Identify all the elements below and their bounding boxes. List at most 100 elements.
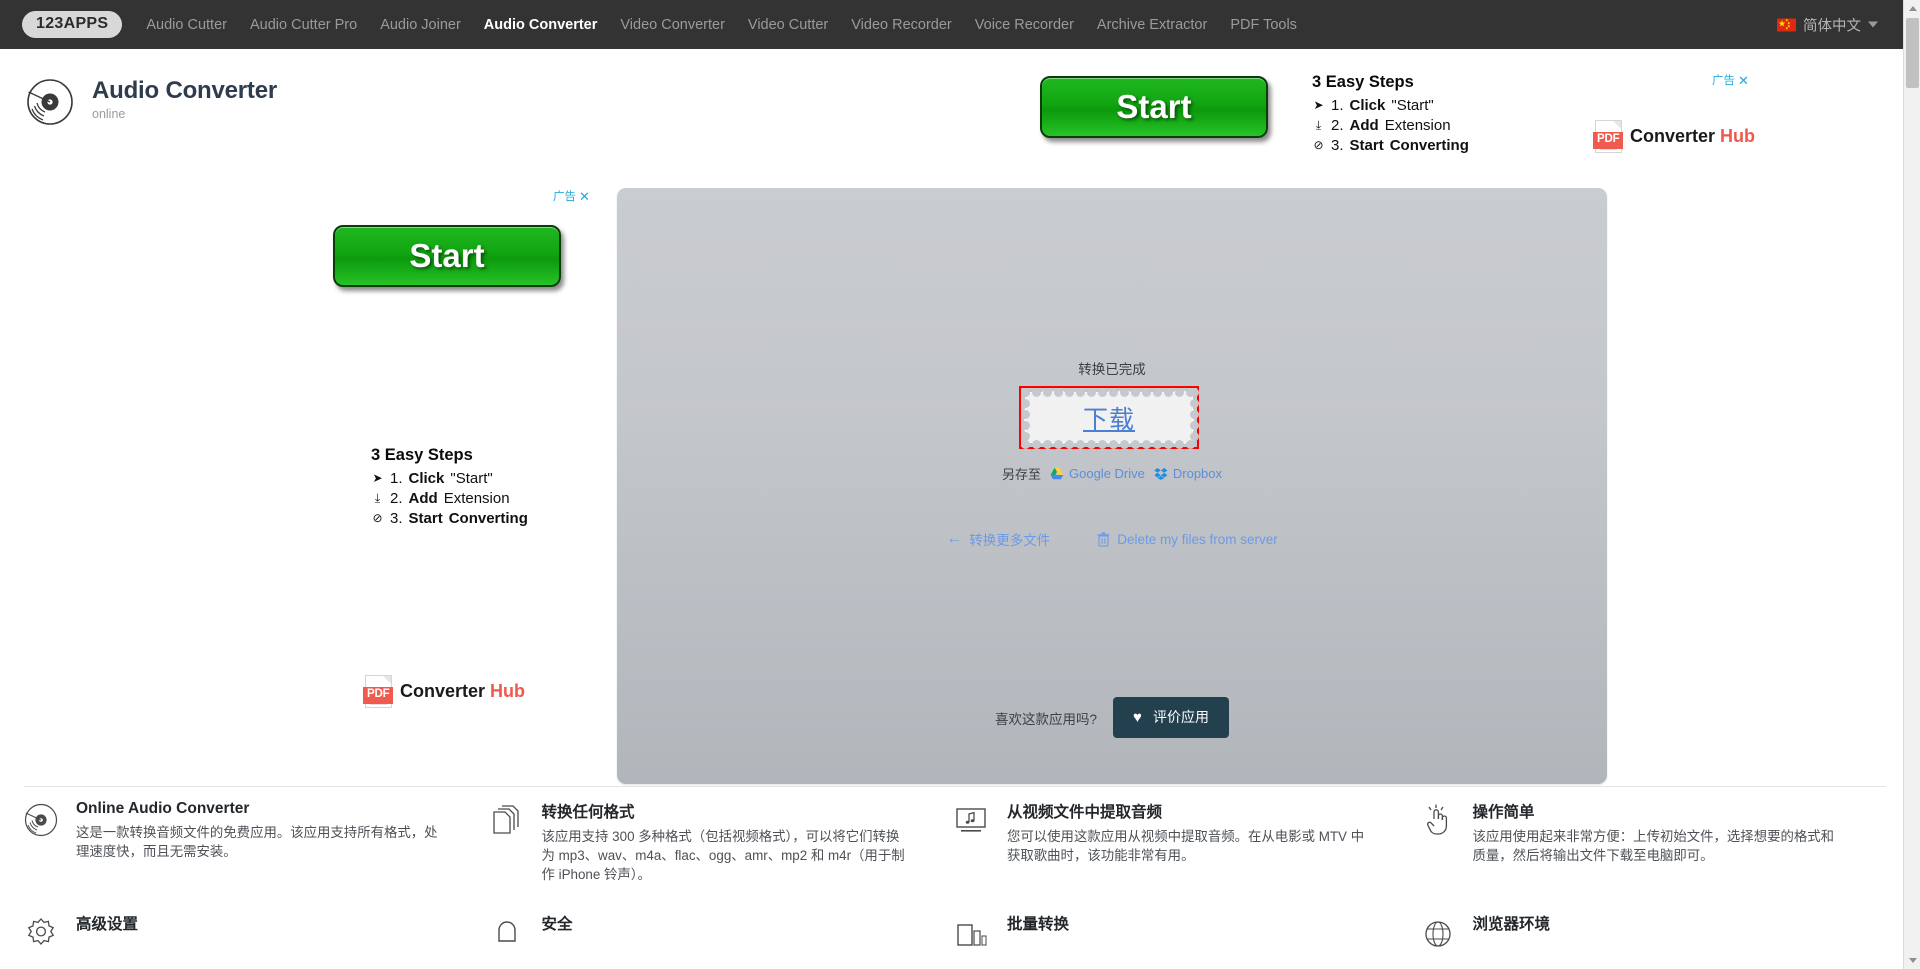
scallop-dot bbox=[1164, 388, 1173, 397]
page-title: Audio Converter bbox=[92, 77, 278, 104]
download-button[interactable]: 下载 bbox=[1021, 388, 1199, 449]
ad-step-3-rest-left: Converting bbox=[448, 509, 528, 527]
rate-question-label: 喜欢这款应用吗? bbox=[995, 711, 1098, 727]
pdf-badge-top: PDF bbox=[1593, 132, 1624, 149]
scallop-dot bbox=[1120, 388, 1129, 397]
feature-title: 高级设置 bbox=[76, 916, 139, 934]
scallop-dot bbox=[1190, 421, 1199, 430]
feature-body: 您可以使用这款应用从视频中提取音频。在从电影或 MTV 中获取歌曲时，该功能非常… bbox=[1007, 829, 1365, 864]
scallop-dot bbox=[1142, 388, 1151, 397]
convert-more-files-link[interactable]: ← 转换更多文件 bbox=[946, 529, 1050, 549]
feature-browser-environment: 浏览器环境 bbox=[1421, 912, 1877, 949]
feature-easy-to-use: 操作简单 该应用使用起来非常方便：上传初始文件，选择想要的格式和质量，然后将输出… bbox=[1421, 800, 1877, 884]
ad-close-label-left[interactable]: 广告 ✕ bbox=[553, 188, 590, 204]
feature-title: 安全 bbox=[541, 916, 573, 934]
delete-files-label: Delete my files from server bbox=[1117, 531, 1278, 547]
top-ad-start-button-wrapper[interactable]: Start bbox=[1040, 76, 1270, 138]
ad-close-label-top[interactable]: 广告 ✕ bbox=[1712, 72, 1749, 88]
scrollbar-up-arrow[interactable] bbox=[1904, 0, 1920, 17]
ad-step-3-top: ⊘ 3. Start Converting bbox=[1312, 136, 1468, 156]
feature-title: 批量转换 bbox=[1007, 916, 1070, 934]
nav-item-video-converter[interactable]: Video Converter bbox=[620, 17, 725, 33]
feature-text-block: 从视频文件中提取音频 您可以使用这款应用从视频中提取音频。在从电影或 MTV 中… bbox=[1007, 800, 1377, 884]
feature-advanced-settings: 高级设置 bbox=[24, 912, 480, 949]
scrollbar-down-arrow[interactable] bbox=[1904, 952, 1920, 969]
ad-step-1-bold-top: Click bbox=[1349, 97, 1386, 114]
pdf-converter-hub-logo-top[interactable]: PDF Converter Hub bbox=[1593, 120, 1755, 153]
pdf-badge-left: PDF bbox=[363, 687, 394, 704]
scallop-dot bbox=[1109, 440, 1118, 449]
nav-item-pdf-tools[interactable]: PDF Tools bbox=[1230, 17, 1297, 33]
nav-items-list: Audio Cutter Audio Cutter Pro Audio Join… bbox=[146, 17, 1297, 33]
pdf-converter-hub-logo-left[interactable]: PDF Converter Hub bbox=[363, 675, 526, 708]
ad-step-3-bold-left: Start bbox=[408, 509, 443, 527]
scallop-dot bbox=[1043, 388, 1052, 397]
nav-item-video-cutter[interactable]: Video Cutter bbox=[748, 17, 828, 33]
delete-files-link[interactable]: Delete my files from server bbox=[1097, 532, 1278, 547]
nav-item-audio-converter[interactable]: Audio Converter bbox=[484, 17, 598, 33]
feature-text-block: 浏览器环境 bbox=[1473, 912, 1551, 949]
ad-start-button-top[interactable]: Start bbox=[1040, 76, 1268, 138]
scallop-dot bbox=[1164, 440, 1173, 449]
scallop-dot bbox=[1175, 440, 1184, 449]
google-drive-label: Google Drive bbox=[1069, 466, 1145, 481]
feature-text-block: 高级设置 bbox=[76, 912, 138, 949]
ad-step-2-number-top: 2. bbox=[1331, 116, 1344, 134]
scrollbar-thumb[interactable] bbox=[1906, 18, 1919, 88]
download-arrow-icon: ⤓ bbox=[374, 490, 381, 505]
google-drive-link[interactable]: Google Drive bbox=[1050, 466, 1145, 481]
scallop-dot bbox=[1109, 388, 1118, 397]
pdf-hub-name-left: Converter bbox=[400, 681, 486, 701]
feature-title: 从视频文件中提取音频 bbox=[1007, 804, 1163, 821]
pdf-hub-text-top: Converter Hub bbox=[1630, 126, 1755, 147]
cursor-arrow-icon: ➤ bbox=[1313, 97, 1324, 112]
scallop-dot bbox=[1043, 440, 1052, 449]
close-icon[interactable]: ✕ bbox=[579, 190, 590, 203]
ad-step-1-top: ➤ 1. Click "Start" bbox=[1312, 96, 1469, 116]
feature-body: 这是一款转换音频文件的免费应用。该应用支持所有格式，处理速度快，而且无需安装。 bbox=[76, 825, 438, 860]
feature-security: 安全 bbox=[490, 912, 946, 949]
rate-app-button[interactable]: ♥ 评价应用 bbox=[1113, 697, 1229, 738]
scallop-dot bbox=[1087, 440, 1096, 449]
feature-body: 该应用使用起来非常方便：上传初始文件，选择想要的格式和质量，然后将输出文件下载至… bbox=[1472, 829, 1835, 864]
feature-title: 浏览器环境 bbox=[1472, 916, 1551, 934]
top-ad-steps: 3 Easy Steps ➤ 1. Click "Start" ⤓ 2. Add… bbox=[1312, 73, 1469, 155]
ad-start-button-left[interactable]: Start bbox=[333, 225, 561, 287]
monitor-music-icon bbox=[956, 808, 986, 832]
china-flag-icon: ★ ★ ★ ★ ★ bbox=[1777, 18, 1796, 31]
scallop-dot bbox=[1032, 388, 1041, 397]
dropbox-icon bbox=[1154, 468, 1168, 480]
close-icon[interactable]: ✕ bbox=[1738, 74, 1749, 87]
nav-item-video-recorder[interactable]: Video Recorder bbox=[851, 17, 952, 33]
nav-item-archive-extractor[interactable]: Archive Extractor bbox=[1097, 17, 1207, 33]
nav-item-audio-cutter[interactable]: Audio Cutter bbox=[146, 17, 227, 33]
ad-step-2-bold-left: Add bbox=[408, 489, 438, 507]
scallop-dot bbox=[1142, 440, 1151, 449]
dropbox-label: Dropbox bbox=[1172, 466, 1223, 481]
app-title-group: Audio Converter online bbox=[92, 77, 278, 121]
panel-actions-row: ← 转换更多文件 Delete my files from server bbox=[617, 529, 1607, 549]
check-circle-icon: ⊘ bbox=[372, 510, 383, 525]
pdf-hub-accent-top: Hub bbox=[1720, 126, 1756, 146]
scallop-dot bbox=[1076, 440, 1085, 449]
scallop-dot bbox=[1054, 388, 1063, 397]
nav-item-audio-cutter-pro[interactable]: Audio Cutter Pro bbox=[250, 17, 357, 33]
scallop-dot bbox=[1190, 410, 1199, 419]
page-scrollbar[interactable] bbox=[1903, 0, 1920, 969]
feature-text-block: 安全 bbox=[542, 912, 573, 949]
language-selector[interactable]: ★ ★ ★ ★ ★ 简体中文 bbox=[1777, 14, 1878, 35]
chevron-down-icon bbox=[1868, 21, 1878, 28]
pdf-hub-accent-left: Hub bbox=[490, 681, 526, 701]
convert-more-files-label: 转换更多文件 bbox=[969, 533, 1051, 548]
pdf-document-icon-top: PDF bbox=[1593, 120, 1624, 153]
triangle-up-icon bbox=[1908, 6, 1917, 11]
scallop-dot bbox=[1021, 440, 1030, 449]
scallop-dot bbox=[1021, 421, 1030, 430]
nav-item-audio-joiner[interactable]: Audio Joiner bbox=[380, 17, 461, 33]
rate-app-button-label: 评价应用 bbox=[1152, 709, 1209, 725]
brand-logo-123apps[interactable]: 123APPS bbox=[22, 11, 123, 38]
gear-icon bbox=[27, 918, 55, 946]
nav-item-voice-recorder[interactable]: Voice Recorder bbox=[975, 17, 1074, 33]
features-grid: Online Audio Converter 这是一款转换音频文件的免费应用。该… bbox=[0, 800, 1900, 949]
dropbox-link[interactable]: Dropbox bbox=[1154, 466, 1222, 481]
